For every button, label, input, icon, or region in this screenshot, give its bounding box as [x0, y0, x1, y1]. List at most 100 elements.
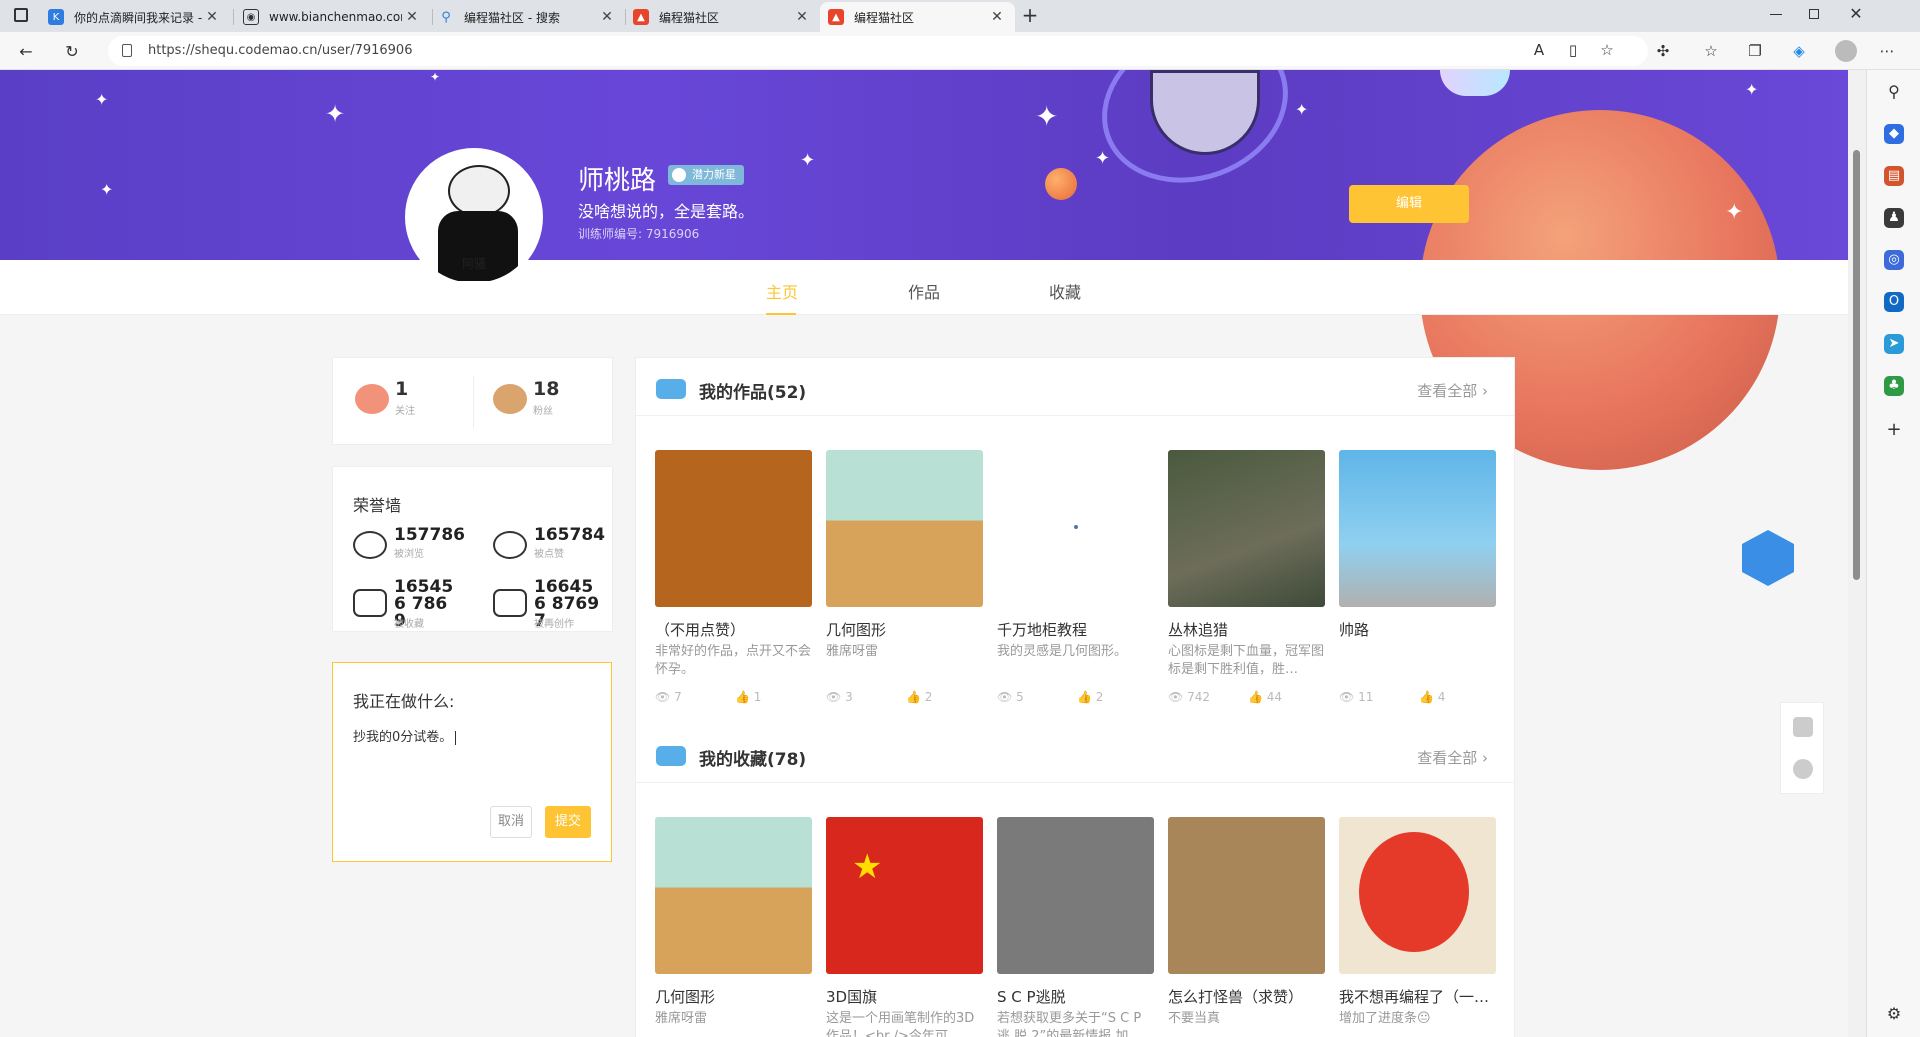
- close-icon[interactable]: ✕: [597, 9, 617, 25]
- works-view-all-link[interactable]: 查看全部 ›: [1417, 380, 1488, 401]
- work-card[interactable]: 帅路 👁 11 👍 4: [1339, 450, 1496, 704]
- browser-tab-5-active[interactable]: ▲ 编程猫社区 ✕: [820, 2, 1015, 32]
- collection-thumbnail[interactable]: [655, 817, 812, 974]
- phone-icon[interactable]: [1793, 717, 1813, 737]
- work-title[interactable]: 丛林追猎: [1168, 619, 1325, 640]
- search-icon[interactable]: ⚲: [1884, 82, 1904, 102]
- collection-title[interactable]: 我不想再编程了（一…: [1339, 986, 1496, 1007]
- collection-thumbnail[interactable]: [1168, 817, 1325, 974]
- collection-card[interactable]: 怎么打怪兽（求赞） 不要当真: [1168, 817, 1325, 1026]
- collections-view-all-link[interactable]: 查看全部 ›: [1417, 747, 1488, 768]
- floating-bird-button[interactable]: [1742, 530, 1794, 586]
- add-icon[interactable]: +: [1884, 420, 1904, 440]
- tab-home[interactable]: 主页: [752, 279, 812, 303]
- submit-button[interactable]: 提交: [545, 806, 591, 838]
- minimize-button[interactable]: [1770, 14, 1782, 15]
- collection-thumbnail[interactable]: ★: [826, 817, 983, 974]
- profile-tabs: 主页 作品 收藏: [0, 260, 1848, 315]
- add-favorite-icon[interactable]: ☆: [1596, 39, 1618, 61]
- tag-icon[interactable]: ◆: [1884, 124, 1904, 144]
- new-tab-button[interactable]: +: [1018, 4, 1042, 28]
- following-stat[interactable]: 1 关注: [355, 378, 455, 428]
- url-box[interactable]: https://shequ.codemao.cn/user/7916906 A …: [108, 36, 1648, 66]
- collection-thumbnail[interactable]: [997, 817, 1154, 974]
- browser-tab-1[interactable]: K 你的点滴瞬间我来记录 - HITA - 各 ✕: [40, 2, 230, 32]
- restore-button[interactable]: [1809, 9, 1819, 19]
- browser-tab-bar: K 你的点滴瞬间我来记录 - HITA - 各 ✕ ◉ www.bianchen…: [0, 0, 1920, 32]
- tab-favorites[interactable]: 收藏: [1035, 279, 1095, 303]
- work-title[interactable]: 几何图形: [826, 619, 983, 640]
- work-thumbnail[interactable]: [826, 450, 983, 607]
- games-icon[interactable]: ♟: [1884, 208, 1904, 228]
- profile-avatar[interactable]: [1835, 40, 1857, 62]
- collection-card[interactable]: 几何图形 雅席呀雷: [655, 817, 812, 1026]
- status-input[interactable]: 抄我的0分试卷。: [353, 726, 457, 745]
- cancel-button[interactable]: 取消: [490, 806, 532, 838]
- work-thumbnail[interactable]: [1339, 450, 1496, 607]
- close-icon[interactable]: ✕: [792, 9, 812, 25]
- tab-title: 编程猫社区 - 搜索: [464, 10, 560, 25]
- copilot-icon[interactable]: ◎: [1884, 250, 1904, 270]
- browser-tab-3[interactable]: ⚲ 编程猫社区 - 搜索 ✕: [430, 2, 625, 32]
- tab-actions-icon[interactable]: [14, 8, 28, 22]
- edge-icon[interactable]: ◈: [1788, 40, 1810, 62]
- tab-title: 你的点滴瞬间我来记录 - HITA - 各: [74, 10, 202, 25]
- read-aloud-icon[interactable]: A: [1528, 39, 1550, 61]
- following-icon: [355, 384, 389, 414]
- qq-icon[interactable]: [1793, 759, 1813, 779]
- active-tab-indicator: [766, 313, 796, 315]
- collections-icon[interactable]: ❐: [1744, 40, 1766, 62]
- close-window-button[interactable]: ✕: [1846, 4, 1866, 24]
- browser-tab-4[interactable]: ▲ 编程猫社区 ✕: [625, 2, 820, 32]
- work-title[interactable]: 帅路: [1339, 619, 1496, 640]
- edit-profile-button[interactable]: 编辑: [1349, 185, 1469, 223]
- collection-title[interactable]: 几何图形: [655, 986, 812, 1007]
- fans-label: 粉丝: [533, 406, 553, 417]
- toolbox-icon[interactable]: ▤: [1884, 166, 1904, 186]
- tree-icon[interactable]: ♣: [1884, 376, 1904, 396]
- refresh-button[interactable]: ↻: [58, 38, 86, 64]
- collection-card[interactable]: S C P逃脱 若想获取更多关于“S C P逃 脱 2”的最新情报,加: [997, 817, 1154, 1037]
- more-menu-icon[interactable]: ⋯: [1876, 40, 1898, 62]
- honor-wall-card: 荣誉墙 157786 被浏览 165784 被点赞 165456 7869 被收…: [332, 466, 613, 632]
- status-text: 抄我的0分试卷。: [353, 730, 453, 745]
- extensions-icon[interactable]: ✣: [1652, 40, 1674, 62]
- close-icon[interactable]: ✕: [402, 9, 422, 25]
- work-thumbnail[interactable]: [655, 450, 812, 607]
- remix-stat: 166456 87697 被再创作: [493, 579, 623, 630]
- collection-thumbnail[interactable]: [1339, 817, 1496, 974]
- work-card[interactable]: 丛林追猎 心图标是剩下血量，冠军图标是剩下胜利值，胜… 👁 742 👍 44: [1168, 450, 1325, 704]
- collection-title[interactable]: 3D国旗: [826, 986, 983, 1007]
- work-title[interactable]: 千万地柜教程: [997, 619, 1154, 640]
- avatar[interactable]: 阿骚: [405, 148, 543, 286]
- collection-title[interactable]: S C P逃脱: [997, 986, 1154, 1007]
- fans-stat[interactable]: 18 粉丝: [493, 378, 593, 428]
- collection-card[interactable]: 我不想再编程了（一… 增加了进度条😐: [1339, 817, 1496, 1026]
- url-text[interactable]: https://shequ.codemao.cn/user/7916906: [148, 43, 412, 58]
- main-content-card: 我的作品(52) 查看全部 › （不用点赞） 非常好的作品，点开又不会怀孕。 👁…: [635, 357, 1515, 1037]
- outlook-icon[interactable]: O: [1884, 292, 1904, 312]
- scrollbar-thumb[interactable]: [1853, 150, 1860, 580]
- tab-title: 编程猫社区: [659, 10, 720, 25]
- browser-tab-2[interactable]: ◉ www.bianchenmao.com ✕: [235, 2, 430, 32]
- work-title[interactable]: （不用点赞）: [655, 619, 812, 640]
- work-card[interactable]: 几何图形 雅席呀雷 👁 3 👍 2: [826, 450, 983, 704]
- collection-card[interactable]: ★ 3D国旗 这是一个用画笔制作的3D作品！<br />今年可: [826, 817, 983, 1037]
- work-card[interactable]: （不用点赞） 非常好的作品，点开又不会怀孕。 👁 7 👍 1: [655, 450, 812, 704]
- work-thumbnail[interactable]: [1168, 450, 1325, 607]
- back-button[interactable]: ←: [12, 38, 40, 64]
- close-icon[interactable]: ✕: [202, 9, 222, 25]
- work-thumbnail[interactable]: [997, 450, 1154, 607]
- collection-title[interactable]: 怎么打怪兽（求赞）: [1168, 986, 1325, 1007]
- send-icon[interactable]: ➤: [1884, 334, 1904, 354]
- reader-view-icon[interactable]: ▯: [1562, 39, 1584, 61]
- badge-label: 潜力新星: [692, 168, 736, 181]
- favorites-icon[interactable]: ☆: [1700, 40, 1722, 62]
- close-icon[interactable]: ✕: [987, 9, 1007, 25]
- tab-title: www.bianchenmao.com: [269, 10, 402, 24]
- works-header: 我的作品(52) 查看全部 ›: [636, 358, 1514, 416]
- collection-desc: 雅席呀雷: [655, 1011, 708, 1026]
- work-card[interactable]: 千万地柜教程 我的灵感是几何图形。 👁 5 👍 2: [997, 450, 1154, 704]
- tab-works[interactable]: 作品: [894, 279, 954, 303]
- settings-icon[interactable]: ⚙: [1884, 1004, 1904, 1024]
